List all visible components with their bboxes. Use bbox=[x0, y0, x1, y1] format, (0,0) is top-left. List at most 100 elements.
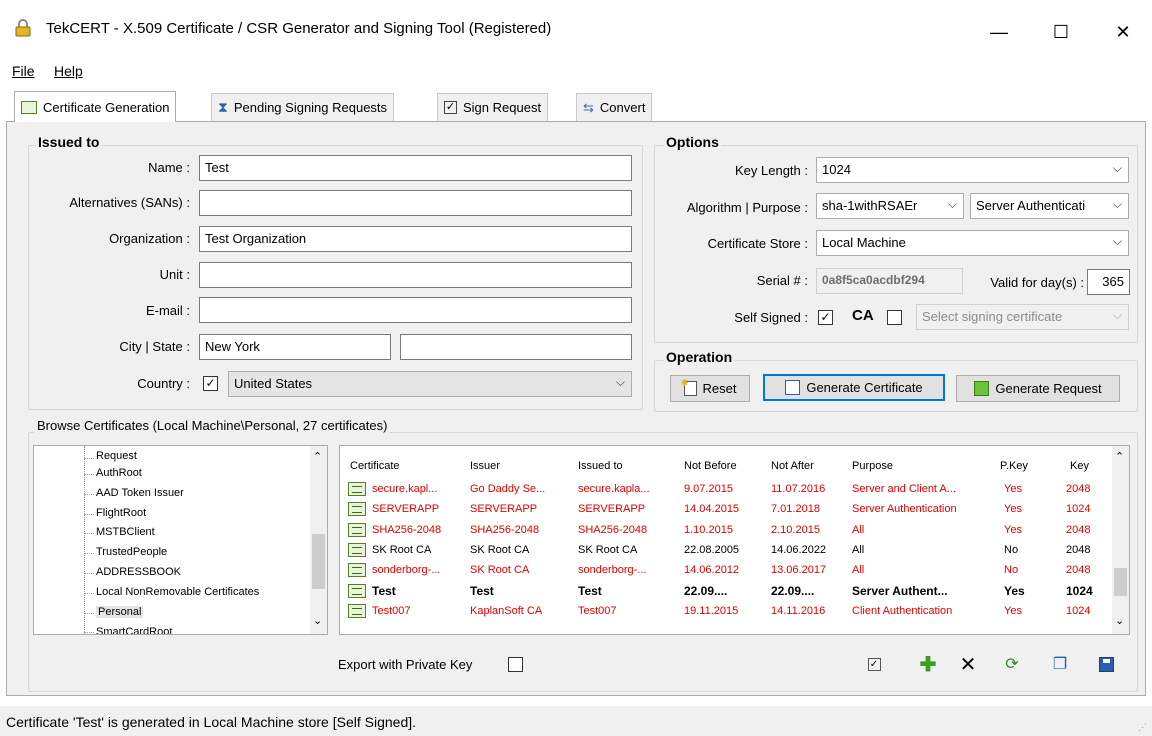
column-not-after[interactable]: Not After bbox=[771, 460, 814, 472]
certificate-list[interactable]: Certificate Issuer Issued to Not Before … bbox=[339, 445, 1130, 635]
delete-icon[interactable]: ✕ bbox=[958, 654, 978, 676]
tree-connector bbox=[84, 632, 94, 633]
generate-certificate-button[interactable]: Generate Certificate bbox=[763, 374, 945, 401]
maximize-button[interactable]: ☐ bbox=[1038, 10, 1084, 54]
menu-file[interactable]: File bbox=[12, 63, 35, 79]
scroll-down-icon[interactable]: ⌄ bbox=[1115, 614, 1124, 627]
generate-certificate-label: Generate Certificate bbox=[806, 380, 923, 395]
column-certificate[interactable]: Certificate bbox=[350, 460, 400, 472]
tree-item-mstbclient[interactable]: MSTBClient bbox=[96, 526, 155, 538]
tree-item-authroot[interactable]: AuthRoot bbox=[96, 467, 142, 479]
cell-not-after: 2.10.2015 bbox=[771, 524, 820, 536]
list-scrollbar[interactable]: ⌃ ⌄ bbox=[1112, 446, 1129, 634]
minimize-button[interactable]: — bbox=[976, 10, 1022, 54]
serial-input[interactable]: 0a8f5ca0acdbf294 bbox=[816, 268, 963, 294]
scroll-up-icon[interactable]: ⌃ bbox=[313, 450, 322, 463]
issued-to-title: Issued to bbox=[36, 134, 102, 150]
save-icon[interactable] bbox=[1096, 654, 1116, 674]
column-purpose[interactable]: Purpose bbox=[852, 460, 893, 472]
tree-item-trustedpeople[interactable]: TrustedPeople bbox=[96, 546, 167, 558]
table-row[interactable]: Test Test Test 22.09.... 22.09.... Server Aut… bbox=[340, 582, 1110, 602]
table-row[interactable]: SK Root CA SK Root CA SK Root CA 22.08.2005… bbox=[340, 541, 1110, 561]
tree-item-addressbook[interactable]: ADDRESSBOOK bbox=[96, 566, 181, 578]
cell-issued-to: SERVERAPP bbox=[578, 503, 646, 515]
menu-help[interactable]: Help bbox=[54, 63, 83, 79]
scroll-down-icon[interactable]: ⌄ bbox=[313, 614, 322, 627]
tree-item-aad-token-issuer[interactable]: AAD Token Issuer bbox=[96, 487, 184, 499]
table-row[interactable]: Test007 KaplanSoft CA Test007 19.11.2015 14.… bbox=[340, 602, 1110, 622]
refresh-icon[interactable]: ⟳ bbox=[1002, 654, 1022, 674]
tab-pending-signing-requests[interactable]: ⧗ Pending Signing Requests bbox=[211, 93, 395, 121]
resize-grip-icon[interactable]: ⋰ bbox=[1138, 722, 1147, 733]
window-title: TekCERT - X.509 Certificate / CSR Genera… bbox=[46, 20, 552, 37]
city-input[interactable]: New York bbox=[199, 334, 391, 360]
copy-icon[interactable]: ❐ bbox=[1050, 654, 1070, 674]
unit-input[interactable] bbox=[199, 262, 632, 288]
certificate-store-select[interactable]: Local Machine ⌵ bbox=[816, 230, 1129, 256]
tree-item-smartcardroot[interactable]: SmartCardRoot bbox=[96, 626, 172, 634]
certificate-store-tree[interactable]: Request AuthRoot AAD Token Issuer Flight… bbox=[33, 445, 328, 635]
cell-pkey: Yes bbox=[1004, 605, 1022, 617]
tree-item-flightroot[interactable]: FlightRoot bbox=[96, 507, 146, 519]
tab-convert[interactable]: ⇆ Convert bbox=[576, 93, 653, 121]
options-title: Options bbox=[664, 134, 721, 150]
column-key[interactable]: Key bbox=[1070, 460, 1089, 472]
tree-connector bbox=[84, 533, 94, 534]
select-all-icon[interactable]: ✓ bbox=[864, 654, 884, 674]
table-row[interactable]: SERVERAPP SERVERAPP SERVERAPP 14.04.2015 7.0… bbox=[340, 500, 1110, 520]
cell-certificate: Test bbox=[372, 584, 396, 598]
ca-checkbox[interactable] bbox=[887, 310, 902, 325]
export-private-key-checkbox[interactable] bbox=[508, 657, 523, 672]
list-scroll-thumb[interactable] bbox=[1114, 568, 1127, 596]
cell-issued-to: SK Root CA bbox=[578, 544, 638, 556]
cell-not-before: 14.06.2012 bbox=[684, 564, 740, 576]
tree-item-personal[interactable]: Personal bbox=[96, 606, 144, 618]
tree-connector bbox=[84, 474, 94, 475]
certificate-icon bbox=[348, 523, 366, 537]
browse-title: Browse Certificates (Local Machine\Perso… bbox=[34, 418, 391, 433]
sans-input[interactable] bbox=[199, 190, 632, 216]
tree-scroll-thumb[interactable] bbox=[312, 534, 325, 589]
table-row[interactable]: SHA256-2048 SHA256-2048 SHA256-2048 1.10.20… bbox=[340, 521, 1110, 541]
tree-scrollbar[interactable]: ⌃ ⌄ bbox=[310, 446, 327, 634]
cell-certificate: SHA256-2048 bbox=[372, 524, 442, 536]
city-state-label: City | State : bbox=[119, 339, 190, 354]
add-icon[interactable]: ✚ bbox=[918, 654, 938, 676]
generate-request-button[interactable]: Generate Request bbox=[956, 375, 1120, 402]
certificate-icon bbox=[21, 100, 37, 114]
algorithm-select[interactable]: sha-1withRSAEr ⌵ bbox=[816, 193, 964, 219]
tree-item-request[interactable]: Request bbox=[96, 450, 137, 462]
tree-connector bbox=[84, 553, 94, 554]
country-checkbox[interactable]: ✓ bbox=[203, 376, 218, 391]
column-issuer[interactable]: Issuer bbox=[470, 460, 500, 472]
cell-not-after: 7.01.2018 bbox=[771, 503, 820, 515]
reset-button[interactable]: ✸ Reset bbox=[670, 375, 750, 402]
email-input[interactable] bbox=[199, 297, 632, 323]
cell-issued-to: sonderborg-... bbox=[578, 564, 647, 576]
state-input[interactable] bbox=[400, 334, 632, 360]
cell-pkey: Yes bbox=[1004, 584, 1025, 598]
column-not-before[interactable]: Not Before bbox=[684, 460, 737, 472]
column-pkey[interactable]: P.Key bbox=[1000, 460, 1028, 472]
scroll-up-icon[interactable]: ⌃ bbox=[1115, 450, 1124, 463]
cell-purpose: Server Authent... bbox=[852, 584, 948, 598]
key-length-label: Key Length : bbox=[735, 163, 808, 178]
table-row[interactable]: sonderborg-... SK Root CA sonderborg-... 14… bbox=[340, 561, 1110, 581]
tree-item-local-nonremovable[interactable]: Local NonRemovable Certificates bbox=[96, 586, 259, 598]
tab-certificate-generation[interactable]: Certificate Generation bbox=[14, 91, 177, 122]
cell-not-before: 9.07.2015 bbox=[684, 483, 733, 495]
signing-certificate-select[interactable]: Select signing certificate ⌵ bbox=[916, 304, 1129, 330]
cell-key: 1024 bbox=[1066, 584, 1093, 598]
key-length-select[interactable]: 1024 ⌵ bbox=[816, 157, 1129, 183]
close-button[interactable]: ✕ bbox=[1100, 10, 1146, 54]
tab-sign-request[interactable]: ✓ Sign Request bbox=[437, 93, 549, 121]
self-signed-checkbox[interactable]: ✓ bbox=[818, 310, 833, 325]
organization-input[interactable]: Test Organization bbox=[199, 226, 632, 252]
tab-label: Convert bbox=[599, 100, 646, 115]
column-issued-to[interactable]: Issued to bbox=[578, 460, 623, 472]
country-select[interactable]: United States ⌵ bbox=[228, 371, 632, 397]
purpose-select[interactable]: Server Authenticati ⌵ bbox=[970, 193, 1129, 219]
valid-days-input[interactable]: 365 bbox=[1087, 269, 1130, 295]
name-input[interactable]: Test bbox=[199, 155, 632, 181]
table-row[interactable]: secure.kapl... Go Daddy Se... secure.kapla… bbox=[340, 480, 1110, 500]
